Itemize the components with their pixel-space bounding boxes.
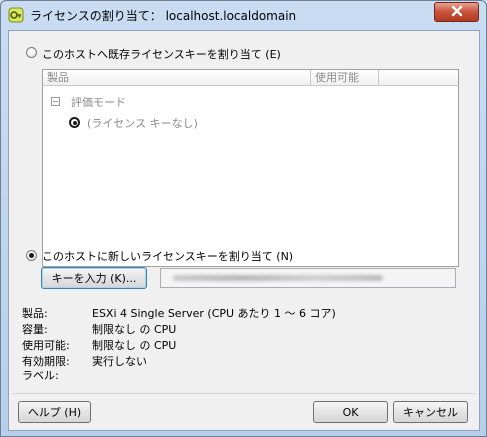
enter-key-button[interactable]: キーを入力 (K)... [41,267,147,289]
new-license-label[interactable]: このホストに新しいライセンスキーを割り当て (N) [42,248,293,264]
window-title: ライセンスの割り当て： localhost.localdomain [30,9,297,23]
product-label: 製品: [22,307,48,320]
existing-license-label[interactable]: このホストへ既存ライセンスキーを割り当て (E) [42,46,281,62]
no-license-label: (ライセンス キーなし) [87,117,198,130]
available-value: 制限なし の CPU [92,339,177,352]
column-header-available[interactable]: 使用可能 [311,70,379,86]
ok-button[interactable]: OK [313,401,388,423]
capacity-label: 容量: [22,323,48,336]
license-key-icon [8,7,24,23]
button-separator [12,393,476,394]
close-button[interactable] [434,2,479,22]
close-icon [450,5,464,20]
labels-label: ラベル: [22,369,59,382]
capacity-value: 制限なし の CPU [92,323,177,336]
tree-group-label: 評価モード [71,96,126,109]
title-bar[interactable]: ライセンスの割り当て： localhost.localdomain [1,1,486,29]
existing-license-radio[interactable] [26,47,37,58]
dialog-content: このホストへ既存ライセンスキーを割り当て (E) 製品 使用可能 評価モード (… [8,30,480,431]
cancel-button[interactable]: キャンセル [393,401,468,423]
expiry-value: 実行しない [92,355,147,368]
column-header-product[interactable]: 製品 [43,70,311,86]
help-button[interactable]: ヘルプ (H) [18,401,91,423]
license-table: 製品 使用可能 評価モード (ライセンス キーなし) [42,69,459,267]
collapse-toggle[interactable] [51,97,60,106]
license-key-field[interactable] [160,268,456,288]
available-label: 使用可能: [22,339,70,352]
license-dialog-window: ライセンスの割り当て： localhost.localdomain このホストへ… [0,0,487,437]
new-license-radio[interactable] [26,250,37,261]
no-license-radio[interactable] [69,117,80,128]
license-key-blurred [173,275,383,281]
product-value: ESXi 4 Single Server (CPU あたり 1 〜 6 コア) [92,307,336,320]
column-header-empty [379,70,458,86]
